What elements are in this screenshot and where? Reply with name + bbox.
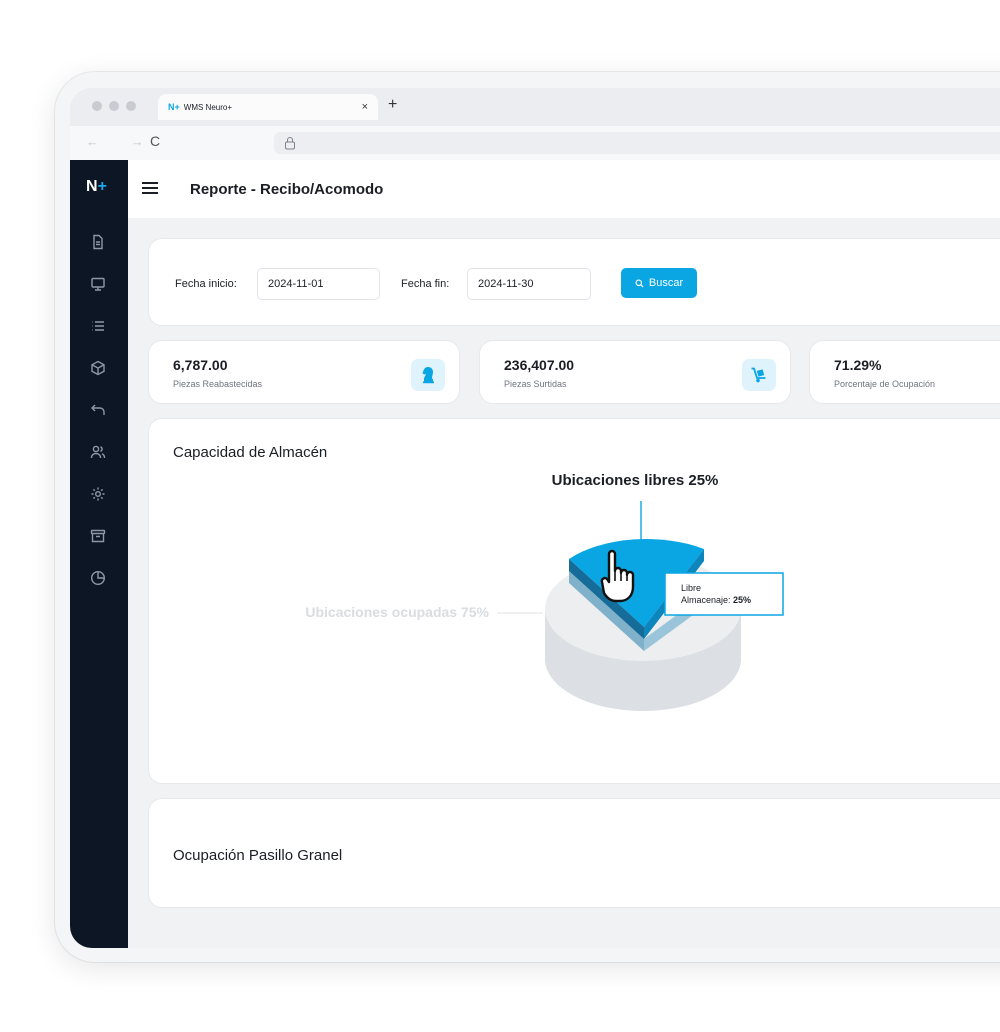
ocupacion-card: Ocupación Pasillo Granel — [148, 798, 1000, 908]
main-content: Reporte - Recibo/Acomodo Fecha inicio: 2… — [128, 160, 1000, 948]
browser-window: N+ WMS Neuro+ × + ← → C N+ Reporte - Rec… — [70, 88, 1000, 948]
return-icon[interactable] — [90, 402, 108, 420]
kpi-value: 71.29% — [834, 357, 882, 373]
kpi-card-surtidas: 236,407.00 Piezas Surtidas — [479, 340, 791, 404]
kpi-label: Piezas Surtidas — [504, 379, 567, 389]
capacity-card: Capacidad de Almacén Ubicaciones libres … — [148, 418, 1000, 784]
box-icon[interactable] — [90, 360, 108, 378]
document-icon[interactable] — [90, 234, 108, 252]
window-controls[interactable] — [92, 101, 136, 111]
list-icon[interactable] — [90, 318, 108, 336]
end-date-label: Fecha fin: — [401, 278, 450, 290]
search-button-label: Buscar — [648, 277, 684, 289]
kpi-value: 6,787.00 — [173, 357, 228, 373]
kpi-label: Porcentaje de Ocupación — [834, 379, 936, 389]
chess-knight-icon — [411, 359, 445, 391]
browser-tabbar: N+ WMS Neuro+ × + — [70, 88, 1000, 126]
close-icon[interactable]: × — [362, 101, 368, 113]
reload-icon[interactable]: C — [150, 133, 160, 149]
page-header: Reporte - Recibo/Acomodo — [128, 160, 1000, 218]
start-date-label: Fecha inicio: — [175, 278, 237, 290]
users-icon[interactable] — [90, 444, 108, 462]
monitor-icon[interactable] — [90, 276, 108, 294]
browser-navbar: ← → C — [70, 126, 1000, 160]
page-title: Reporte - Recibo/Acomodo — [190, 181, 384, 198]
kpi-value: 236,407.00 — [504, 357, 575, 373]
kpi-label: Piezas Reabastecidas — [173, 379, 263, 389]
archive-icon[interactable] — [90, 528, 108, 546]
menu-icon[interactable] — [142, 182, 158, 194]
address-bar[interactable] — [274, 132, 1000, 154]
search-icon — [635, 278, 644, 288]
back-forward-arrows[interactable]: ← → — [86, 134, 158, 149]
ocupacion-title: Ocupación Pasillo Granel — [173, 847, 343, 864]
settings-icon[interactable] — [90, 486, 108, 504]
browser-tab[interactable]: N+ WMS Neuro+ × — [158, 94, 378, 120]
tab-title: WMS Neuro+ — [183, 102, 232, 112]
chart-tooltip — [664, 572, 784, 616]
hand-truck-icon — [742, 359, 776, 391]
capacity-pie-chart: Ubicaciones libres 25% Ubicaciones ocupa… — [305, 472, 784, 711]
app-sidebar: N+ — [70, 160, 128, 948]
new-tab-button[interactable]: + — [388, 96, 397, 114]
free-label: Ubicaciones libres 25% — [552, 472, 719, 489]
pie-chart-icon[interactable] — [90, 570, 108, 588]
filter-card: Fecha inicio: 2024-11-01 Fecha fin: 2024… — [148, 238, 1000, 326]
lock-icon — [285, 137, 295, 150]
tab-logo: N+ — [168, 102, 180, 112]
start-date-input[interactable]: 2024-11-01 — [257, 268, 380, 300]
kpi-card-ocupacion: 71.29% Porcentaje de Ocupación — [809, 340, 1000, 404]
search-button[interactable]: Buscar — [621, 268, 697, 298]
occupied-label: Ubicaciones ocupadas 75% — [305, 604, 489, 620]
end-date-input[interactable]: 2024-11-30 — [467, 268, 591, 300]
brand-logo[interactable]: N+ — [86, 178, 107, 196]
tooltip-line2: Almacenaje: 25% — [681, 595, 751, 605]
kpi-card-reabastecidas: 6,787.00 Piezas Reabastecidas — [148, 340, 460, 404]
tooltip-line1: Libre — [681, 583, 701, 593]
